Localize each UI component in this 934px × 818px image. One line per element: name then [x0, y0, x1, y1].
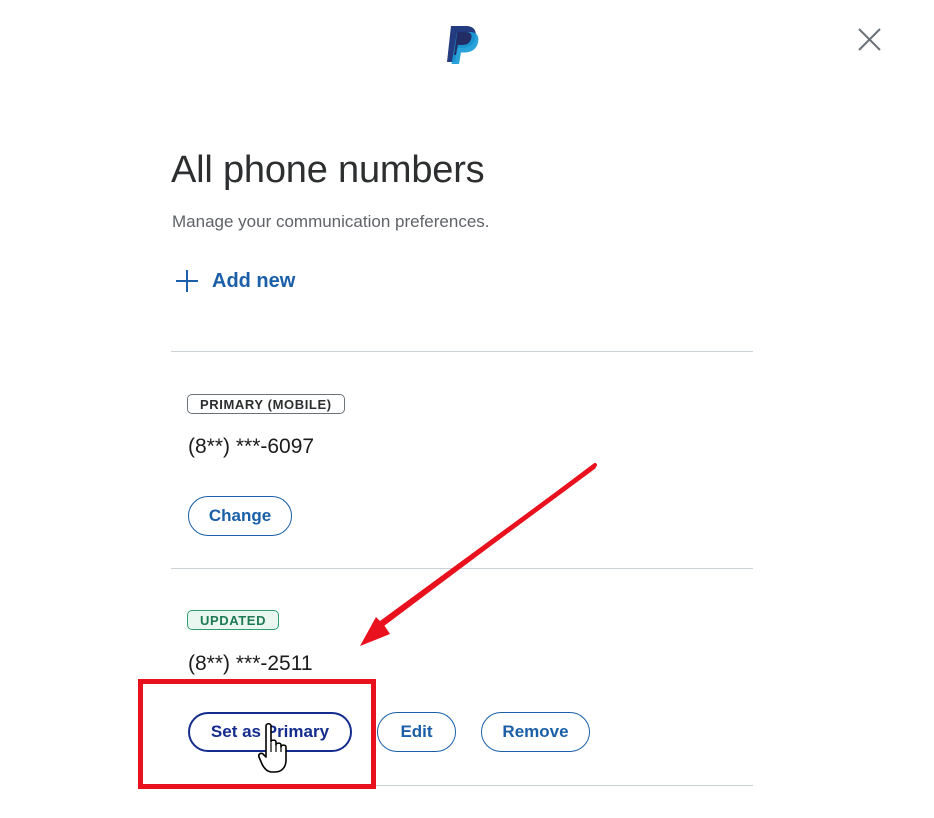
divider — [171, 568, 753, 569]
plus-icon — [176, 270, 198, 292]
add-new-link[interactable]: Add new — [174, 268, 295, 294]
remove-button[interactable]: Remove — [481, 712, 590, 752]
edit-button[interactable]: Edit — [377, 712, 456, 752]
paypal-logo-icon — [447, 26, 479, 64]
status-badge-updated: UPDATED — [187, 610, 280, 630]
status-badge-primary: PRIMARY (MOBILE) — [187, 394, 345, 414]
page-title: All phone numbers — [171, 149, 485, 191]
change-button[interactable]: Change — [188, 496, 292, 536]
phone-number-primary: (8**) ***-6097 — [188, 435, 315, 458]
set-as-primary-button[interactable]: Set as Primary — [188, 712, 352, 752]
page-subtitle: Manage your communication preferences. — [172, 212, 490, 231]
divider — [171, 351, 753, 352]
annotation-arrow — [360, 463, 597, 646]
close-icon[interactable] — [852, 22, 886, 56]
divider — [171, 785, 753, 786]
phone-number-secondary: (8**) ***-2511 — [188, 652, 313, 675]
add-new-label: Add new — [212, 269, 296, 292]
